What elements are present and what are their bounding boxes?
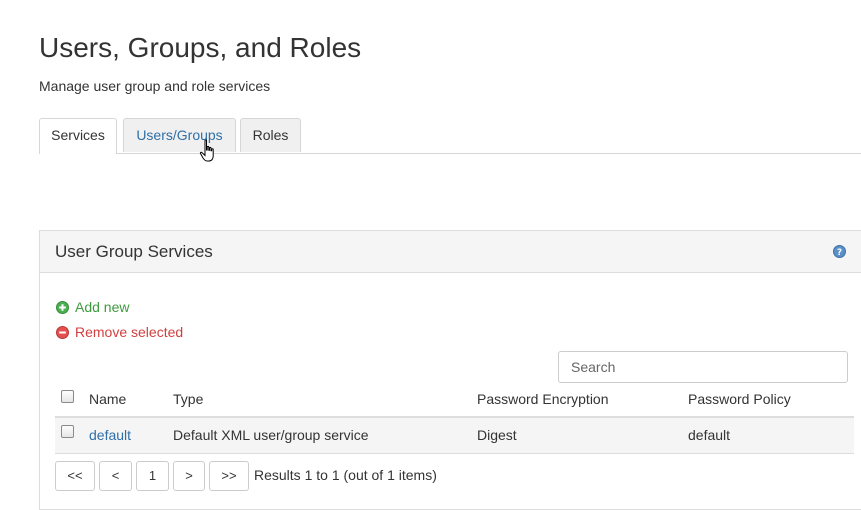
tab-services[interactable]: Services <box>39 118 117 154</box>
user-group-services-panel: User Group Services ? Add new Remove sel… <box>39 230 861 510</box>
page-title: Users, Groups, and Roles <box>39 32 362 63</box>
previous-page-button[interactable]: < <box>99 461 132 491</box>
page-1-button[interactable]: 1 <box>136 461 169 491</box>
first-page-button[interactable]: << <box>55 461 95 491</box>
password-encryption: Digest <box>477 427 517 443</box>
last-page-button[interactable]: >> <box>209 461 249 491</box>
next-page-button[interactable]: > <box>173 461 205 491</box>
table-row: default Default XML user/group service D… <box>55 418 854 454</box>
service-name-link[interactable]: default <box>89 418 131 452</box>
results-summary: Results 1 to 1 (out of 1 items) <box>254 467 437 483</box>
tab-users-groups[interactable]: Users/Groups <box>123 118 236 152</box>
row-checkbox[interactable] <box>61 425 74 438</box>
column-header-name[interactable]: Name <box>89 381 126 417</box>
remove-selected-link[interactable]: Remove selected <box>56 324 183 340</box>
column-header-password-encryption[interactable]: Password Encryption <box>477 381 609 417</box>
minus-circle-icon <box>56 325 69 339</box>
table-header-row: Name Type Password Encryption Password P… <box>55 381 854 418</box>
hand-pointer-icon <box>199 139 214 162</box>
password-policy: default <box>688 427 731 443</box>
plus-circle-icon <box>56 300 69 314</box>
tab-bar: Services Users/Groups Roles <box>39 118 861 154</box>
select-all-checkbox[interactable] <box>61 390 74 403</box>
column-header-type[interactable]: Type <box>173 381 203 417</box>
search-input[interactable] <box>558 351 848 383</box>
service-type: Default XML user/group service <box>173 427 369 443</box>
add-new-link[interactable]: Add new <box>56 299 129 315</box>
question-circle-icon[interactable]: ? <box>833 245 846 258</box>
add-new-label: Add new <box>75 299 130 315</box>
page-subtitle: Manage user group and role services <box>39 78 271 94</box>
tab-roles[interactable]: Roles <box>240 118 301 152</box>
column-header-password-policy[interactable]: Password Policy <box>688 381 791 417</box>
remove-selected-label: Remove selected <box>75 324 184 340</box>
panel-title: User Group Services <box>55 242 213 261</box>
svg-text:?: ? <box>837 248 842 258</box>
panel-header: User Group Services ? <box>40 231 861 273</box>
